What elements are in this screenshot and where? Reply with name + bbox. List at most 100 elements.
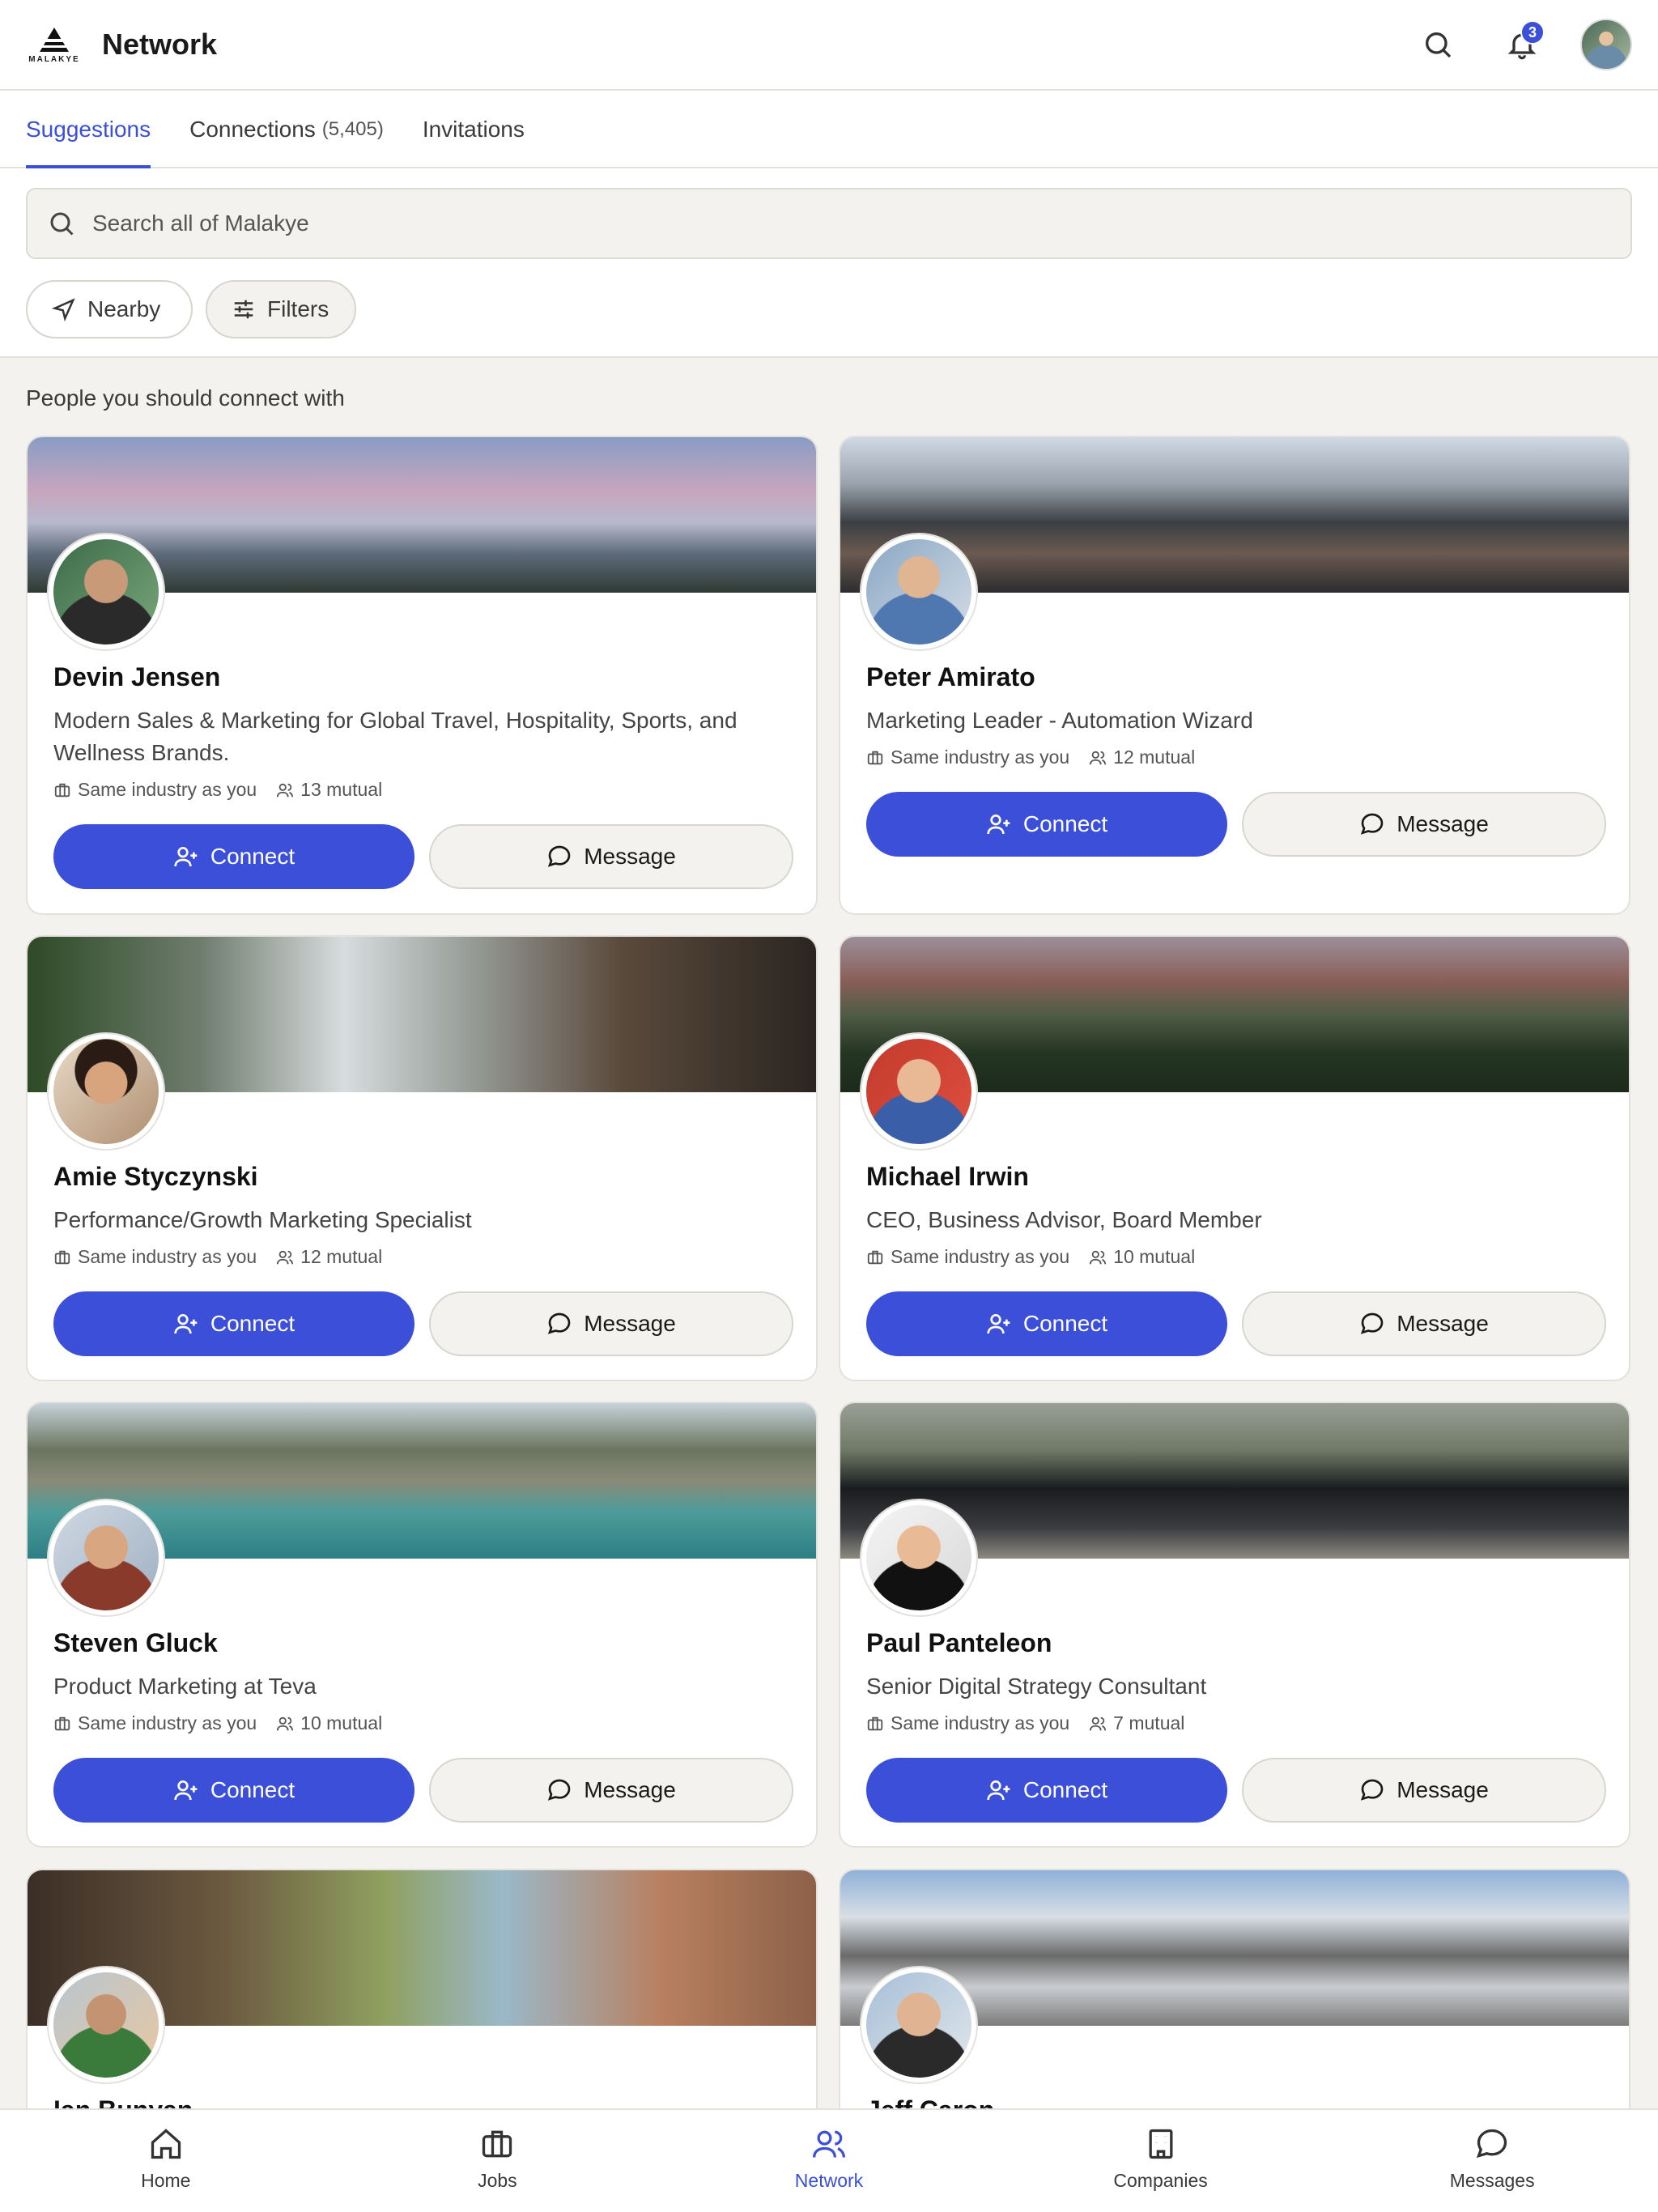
connect-button[interactable]: Connect (866, 1291, 1227, 1356)
message-icon (1361, 1312, 1384, 1334)
person-name[interactable]: Paul Panteleon (866, 1628, 1052, 1658)
connections-count: (5,405) (321, 118, 384, 140)
message-button[interactable]: Message (429, 1758, 793, 1823)
connect-button[interactable]: Connect (866, 792, 1227, 857)
message-label: Message (584, 1777, 676, 1802)
same-industry-tag: Same industry as you (53, 779, 257, 801)
mutual-connections: 13 mutual (276, 779, 382, 801)
briefcase-icon (867, 1716, 883, 1730)
connect-button[interactable]: Connect (53, 1758, 414, 1823)
message-icon (548, 1779, 571, 1801)
filters-chip[interactable]: Filters (206, 280, 356, 338)
same-industry-tag: Same industry as you (866, 1246, 1069, 1268)
message-button[interactable]: Message (1242, 792, 1606, 857)
mutual-count: 12 mutual (1113, 747, 1196, 768)
person-name[interactable]: Peter Amirato (866, 662, 1035, 692)
message-button[interactable]: Message (1242, 1291, 1606, 1356)
person-name[interactable]: Devin Jensen (53, 662, 220, 692)
add-user-icon (987, 1780, 1010, 1801)
add-user-icon (174, 1314, 198, 1334)
message-button[interactable]: Message (1242, 1758, 1606, 1823)
connect-label: Connect (1022, 811, 1108, 836)
message-label: Message (584, 1311, 676, 1336)
person-name[interactable]: Michael Irwin (866, 1162, 1029, 1192)
connect-button[interactable]: Connect (53, 824, 414, 889)
person-headline: CEO, Business Advisor, Board Member (866, 1207, 1262, 1232)
connect-label: Connect (1022, 1311, 1108, 1336)
avatar[interactable] (49, 1500, 164, 1615)
mutual-connections: 7 mutual (1089, 1712, 1184, 1734)
nav-messages[interactable]: Messages (1326, 2110, 1658, 2212)
person-headline: Modern Sales & Marketing for Global Trav… (53, 708, 738, 765)
person-card[interactable]: Peter Amirato Marketing Leader - Automati… (839, 436, 1630, 915)
briefcase-icon (54, 1250, 70, 1264)
nearby-chip[interactable]: Nearby (26, 280, 193, 338)
person-card[interactable]: Amie Styczynski Performance/Growth Market… (26, 935, 818, 1381)
connect-label: Connect (210, 1777, 295, 1802)
message-label: Message (1397, 811, 1489, 836)
profile-avatar[interactable] (1580, 19, 1632, 70)
search-area: Nearby Filters (0, 168, 1658, 358)
chip-label: Nearby (87, 296, 161, 321)
nav-label: Companies (1113, 2170, 1208, 2191)
notification-badge: 3 (1520, 20, 1545, 45)
message-icon (1361, 1779, 1384, 1801)
malakye-logo[interactable]: MALAKYE (26, 26, 83, 64)
search-input[interactable] (92, 211, 1550, 236)
person-card[interactable]: Paul Panteleon Senior Digital Strategy Co… (839, 1402, 1630, 1848)
person-card[interactable]: Devin Jensen Modern Sales & Marketing for… (26, 436, 818, 915)
avatar[interactable] (49, 534, 164, 649)
mutual-users-icon (277, 1250, 294, 1264)
add-user-icon (987, 1314, 1010, 1334)
tab-suggestions[interactable]: Suggestions (26, 91, 151, 168)
message-button[interactable]: Message (429, 1291, 793, 1356)
person-headline: Marketing Leader - Automation Wizard (866, 708, 1253, 733)
connection-meta: Same industry as you 10 mutual (53, 1712, 402, 1734)
mutual-count: 10 mutual (300, 1712, 383, 1733)
avatar[interactable] (861, 1034, 976, 1149)
notifications-button[interactable]: 3 (1496, 19, 1548, 70)
message-button[interactable]: Message (429, 824, 793, 889)
nav-jobs[interactable]: Jobs (332, 2110, 664, 2212)
sliders-icon (234, 300, 253, 319)
briefcase-icon (867, 751, 883, 764)
person-card[interactable]: Michael Irwin CEO, Business Advisor, Boar… (839, 935, 1630, 1381)
mutual-count: 12 mutual (300, 1246, 383, 1267)
nav-home[interactable]: Home (0, 2110, 332, 2212)
add-user-icon (987, 815, 1010, 835)
avatar[interactable] (861, 1500, 976, 1615)
connect-button[interactable]: Connect (866, 1758, 1227, 1823)
same-industry-label: Same industry as you (78, 779, 257, 800)
same-industry-tag: Same industry as you (866, 747, 1069, 768)
bottom-navigation: Home Jobs Network Companies Messages (0, 2108, 1658, 2212)
mutual-users-icon (1090, 1250, 1107, 1264)
avatar[interactable] (49, 1967, 164, 2082)
avatar[interactable] (861, 534, 976, 649)
tab-connections[interactable]: Connections (5,405) (189, 91, 384, 168)
nav-network[interactable]: Network (663, 2110, 995, 2212)
person-card[interactable]: Ian Bunyan (26, 1869, 818, 2128)
tab-invitations[interactable]: Invitations (423, 91, 525, 168)
avatar[interactable] (861, 1967, 976, 2082)
person-name[interactable]: Amie Styczynski (53, 1162, 258, 1192)
connection-meta: Same industry as you 12 mutual (53, 1246, 402, 1268)
same-industry-tag: Same industry as you (53, 1712, 257, 1734)
connect-button[interactable]: Connect (53, 1291, 414, 1356)
search-button[interactable] (1412, 19, 1464, 70)
home-icon (151, 2129, 181, 2159)
briefcase-icon (54, 783, 70, 797)
person-name[interactable]: Steven Gluck (53, 1628, 218, 1658)
search-bar[interactable] (26, 188, 1632, 259)
same-industry-tag: Same industry as you (53, 1246, 257, 1268)
tab-label: Connections (189, 117, 316, 142)
mutual-connections: 10 mutual (276, 1712, 382, 1734)
avatar[interactable] (49, 1034, 164, 1149)
person-card[interactable]: Jeff Caron (839, 1869, 1630, 2128)
users-icon (813, 2130, 845, 2158)
add-user-icon (174, 847, 198, 867)
person-card[interactable]: Steven Gluck Product Marketing at Teva Sam… (26, 1402, 818, 1848)
briefcase-icon (483, 2130, 512, 2158)
chip-label: Filters (267, 296, 329, 321)
nav-label: Network (794, 2170, 864, 2191)
nav-companies[interactable]: Companies (995, 2110, 1327, 2212)
